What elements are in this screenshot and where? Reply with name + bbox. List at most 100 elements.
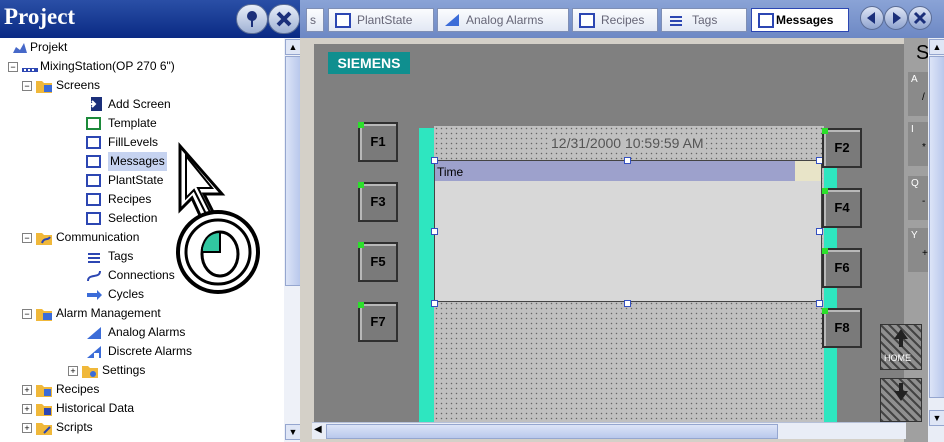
tree-item-settings[interactable]: + Settings [2,361,282,380]
screen-editor: SIEMENS 12/31/2000 10:59:59 AM Time F1 F… [300,38,944,442]
add-screen-icon [86,97,102,111]
screen-icon [335,13,351,28]
selection-handle[interactable] [816,300,823,307]
collapse-icon[interactable]: − [22,81,32,91]
tree-item-analog-alarms[interactable]: Analog Alarms [2,323,282,342]
editor-tab-bar: s PlantState Analog Alarms Recipes Tags … [300,0,944,38]
editor-horizontal-scrollbar[interactable]: ◀ [312,422,906,439]
folder-icon [36,423,52,435]
key-led [822,128,828,134]
tree-item-mixingstation[interactable]: − MixingStation(OP 270 6") [2,57,282,76]
end-key[interactable] [880,378,922,422]
scroll-down-icon[interactable]: ▼ [285,424,301,440]
close-pane-button[interactable] [268,4,300,34]
tags-icon [670,16,682,26]
tree-item-template[interactable]: Template [2,114,282,133]
alarm-view[interactable]: Time [434,160,822,302]
alarm-column-header-empty [795,161,821,181]
fkey-f7[interactable]: F7 [358,302,398,342]
brand-logo: SIEMENS [328,52,410,74]
screen-icon [86,155,101,168]
alarm-column-header: Time [435,161,795,181]
screen-icon [758,13,774,28]
scroll-up-icon[interactable]: ▲ [285,39,301,55]
arrow-left-icon [867,12,875,24]
fkey-f8[interactable]: F8 [822,308,862,348]
scroll-thumb[interactable] [929,56,944,398]
date-time-field[interactable]: 12/31/2000 10:59:59 AM [549,135,706,151]
mouse-click-cursor-icon [176,142,260,294]
tree-item-screens[interactable]: − Screens [2,76,282,95]
tree-item-projekt[interactable]: Projekt [2,38,282,57]
collapse-icon[interactable]: − [8,62,18,72]
tree-item-discrete-alarms[interactable]: Discrete Alarms [2,342,282,361]
folder-icon [36,385,52,397]
expand-icon[interactable]: + [22,385,32,395]
hmi-screen-canvas[interactable]: SIEMENS 12/31/2000 10:59:59 AM Time F1 F… [314,44,906,426]
collapse-icon[interactable]: − [22,309,32,319]
fkey-f2[interactable]: F2 [822,128,862,168]
project-pane: Project Projekt − MixingStation(OP 270 6… [0,0,301,442]
scroll-down-icon[interactable]: ▼ [929,410,944,426]
tree-item-scripts[interactable]: + Scripts [2,418,282,437]
expand-icon[interactable]: + [68,366,78,376]
key-led [822,248,828,254]
analog-alarm-icon [445,14,459,26]
scroll-up-icon[interactable]: ▲ [929,39,944,55]
tab-scroll-left-button[interactable] [860,6,884,30]
tab-analog-alarms[interactable]: Analog Alarms [437,8,569,32]
tab-plantstate[interactable]: PlantState [328,8,434,32]
folder-icon [36,81,52,93]
tree-item-recipes[interactable]: + Recipes [2,380,282,399]
scroll-left-icon[interactable]: ◀ [314,424,322,435]
fkey-f3[interactable]: F3 [358,182,398,222]
folder-icon [36,233,52,245]
screen-icon [86,174,101,187]
tab-tags[interactable]: Tags [661,8,747,32]
fkey-f1[interactable]: F1 [358,122,398,162]
tags-icon [88,253,100,263]
template-icon [86,117,101,130]
fkey-f5[interactable]: F5 [358,242,398,282]
arrow-down-icon [894,383,908,401]
collapse-icon[interactable]: − [22,233,32,243]
connections-icon [87,270,101,282]
settings-icon [82,366,98,378]
selection-handle[interactable] [431,300,438,307]
tree-scrollbar[interactable]: ▲ ▼ [284,38,301,442]
arrow-up-icon [894,329,908,347]
key-led [358,242,364,248]
selection-handle[interactable] [624,157,631,164]
selection-handle[interactable] [624,300,631,307]
tree-item-add-screen[interactable]: Add Screen [2,95,282,114]
key-led [358,122,364,128]
pin-button[interactable] [236,4,268,34]
tree-item-historical-data[interactable]: + Historical Data [2,399,282,418]
scroll-thumb[interactable] [285,56,301,286]
folder-icon [36,404,52,416]
discrete-alarm-icon [87,346,101,358]
cycles-icon [87,290,102,300]
close-tab-button[interactable] [908,6,932,30]
home-key[interactable]: HOME [880,324,922,370]
folder-icon [36,309,52,321]
expand-icon[interactable]: + [22,423,32,433]
selection-handle[interactable] [816,228,823,235]
tab-scroll-right-button[interactable] [884,6,908,30]
selection-handle[interactable] [431,228,438,235]
screen-icon [86,212,101,225]
expand-icon[interactable]: + [22,404,32,414]
close-icon [913,11,927,25]
arrow-right-icon [893,12,901,24]
scroll-thumb[interactable] [326,424,778,439]
fkey-f4[interactable]: F4 [822,188,862,228]
screen-icon [86,193,101,206]
analog-alarm-icon [87,327,101,339]
fkey-f6[interactable]: F6 [822,248,862,288]
tab-messages[interactable]: Messages [751,8,849,32]
project-title-bar: Project [0,0,300,38]
tab-previous[interactable]: s [306,8,324,32]
selection-handle[interactable] [431,157,438,164]
editor-vertical-scrollbar[interactable]: ▲ ▼ [928,38,944,442]
tab-recipes[interactable]: Recipes [572,8,658,32]
